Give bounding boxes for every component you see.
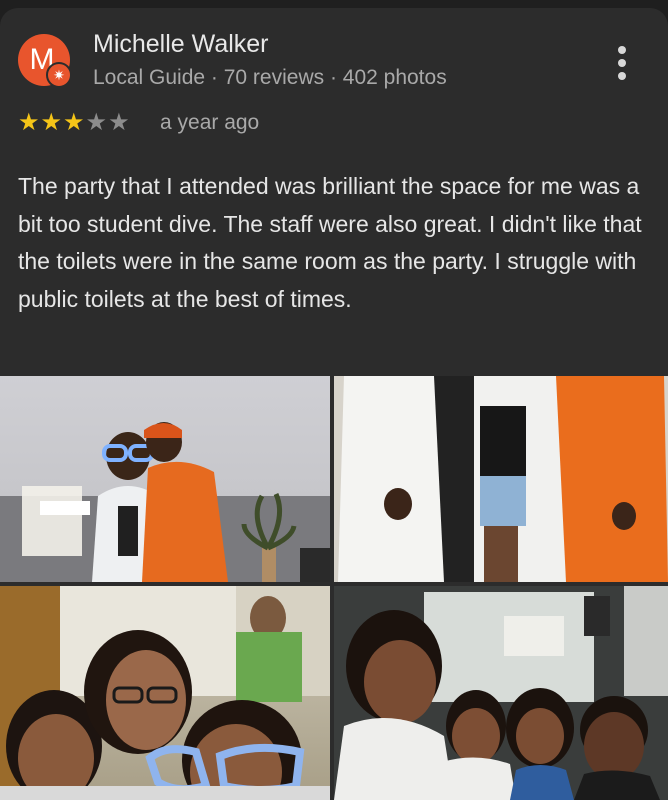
star-empty-icon: ★: [108, 109, 130, 136]
star-filled-icon: ★: [18, 109, 40, 136]
star-filled-icon: ★: [40, 109, 63, 136]
star-filled-icon: ★: [63, 109, 85, 136]
photo-1-illustration: [0, 422, 330, 582]
star-empty-icon: ★: [85, 109, 108, 136]
review-card: M ✷ Michelle Walker Local Guide · 70 rev…: [0, 8, 668, 800]
author-meta: Local Guide · 70 reviews · 402 photos: [93, 66, 447, 89]
local-guide-badge-icon: ✷: [46, 62, 72, 88]
star-rating: ★ ★ ★ ★ ★: [18, 110, 131, 136]
more-vert-icon[interactable]: [608, 44, 638, 84]
photo-3-illustration: [0, 586, 330, 800]
avatar[interactable]: M ✷: [18, 34, 72, 88]
author-name[interactable]: Michelle Walker: [93, 30, 269, 59]
photo-4-illustration: [334, 586, 668, 800]
photo-2-illustration: [334, 376, 668, 582]
review-photo-2[interactable]: [334, 376, 668, 582]
review-photo-3[interactable]: [0, 586, 330, 800]
review-photo-4[interactable]: [334, 586, 668, 800]
review-text: The party that I attended was brilliant …: [18, 173, 642, 312]
review-photo-1[interactable]: [0, 376, 330, 582]
review-time: a year ago: [160, 111, 260, 134]
